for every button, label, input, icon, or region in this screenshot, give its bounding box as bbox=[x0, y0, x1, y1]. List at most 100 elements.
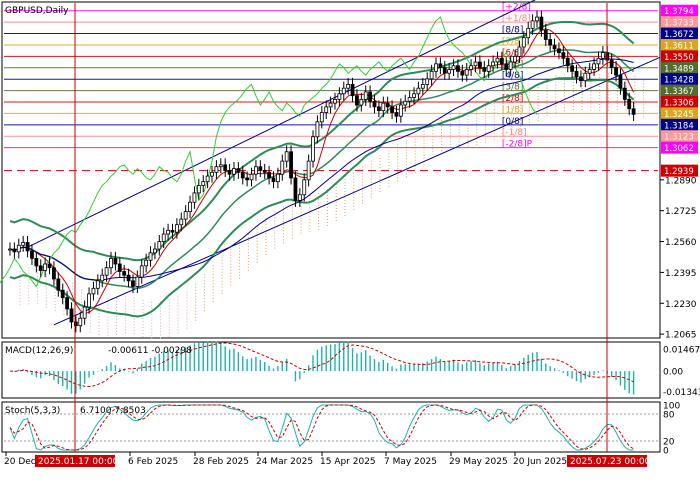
candle-body bbox=[201, 181, 206, 186]
candle-body bbox=[179, 218, 184, 226]
stoch-tick-label: 80 bbox=[663, 411, 675, 421]
price-box-label: 1.3062 bbox=[664, 144, 694, 154]
candle-body bbox=[306, 160, 311, 181]
candle-body bbox=[324, 106, 329, 113]
candle-body bbox=[425, 78, 430, 85]
candle-body bbox=[144, 259, 149, 267]
candle-body bbox=[526, 27, 531, 39]
candle-body bbox=[60, 289, 65, 299]
candle-body bbox=[495, 57, 500, 63]
y-tick-label: 1.2395 bbox=[665, 269, 697, 279]
price-box-label: 1.3367 bbox=[664, 87, 694, 97]
candle-body bbox=[126, 274, 131, 282]
candle-body bbox=[346, 84, 351, 89]
candle-body bbox=[407, 97, 412, 102]
candle-body bbox=[412, 93, 416, 98]
macd-label: MACD(12,26,9) bbox=[5, 346, 73, 356]
murrey-level-label: [8/8] bbox=[502, 26, 524, 36]
candle-body bbox=[548, 39, 553, 46]
candle-body bbox=[614, 67, 618, 76]
candle-body bbox=[513, 55, 517, 63]
candle-body bbox=[587, 69, 592, 74]
candle-body bbox=[47, 263, 52, 269]
candle-body bbox=[100, 274, 105, 282]
price-box-label: 1.3550 bbox=[664, 53, 694, 63]
candle-body bbox=[381, 102, 386, 112]
candle-body bbox=[390, 106, 394, 113]
candle-body bbox=[355, 95, 359, 106]
y-tick-label: 1.2560 bbox=[665, 238, 697, 248]
candle-body bbox=[174, 224, 179, 233]
candle-body bbox=[583, 72, 588, 82]
candle-body bbox=[284, 151, 289, 162]
gbpusd-chart: [+2/8][+1/8][8/8][7/8][6/8][5/8][4/8][3/… bbox=[0, 0, 700, 467]
price-box-label: 1.3428 bbox=[664, 76, 694, 86]
candle-body bbox=[557, 48, 561, 54]
candle-body bbox=[570, 65, 575, 72]
candle-body bbox=[56, 278, 61, 291]
candle-body bbox=[539, 16, 544, 31]
candle-body bbox=[153, 248, 157, 254]
price-box-label: 1.3733 bbox=[664, 19, 694, 29]
price-box-label: 1.3611 bbox=[664, 41, 694, 51]
macd-tick-label: -0.01343 bbox=[663, 388, 700, 398]
candle-body bbox=[442, 67, 447, 74]
candle-body bbox=[372, 100, 377, 108]
price-box-label: 1.3184 bbox=[664, 121, 694, 131]
candle-body bbox=[113, 257, 118, 265]
price-box-label: 1.3123 bbox=[664, 133, 694, 143]
candle-body bbox=[530, 20, 535, 29]
candle-body bbox=[398, 104, 403, 117]
price-box-label: 1.3306 bbox=[664, 99, 694, 109]
candle-body bbox=[34, 257, 39, 267]
candle-body bbox=[157, 241, 162, 250]
candle-body bbox=[25, 242, 30, 252]
candle-body bbox=[609, 59, 614, 68]
candle-body bbox=[302, 179, 307, 196]
candle-body bbox=[183, 211, 188, 220]
candle-body bbox=[82, 306, 87, 319]
candle-body bbox=[600, 52, 605, 59]
candle-body bbox=[486, 65, 491, 72]
candle-body bbox=[311, 136, 315, 162]
candle-body bbox=[275, 173, 280, 183]
macd-tick-label: 0.01467 bbox=[663, 346, 700, 356]
candle-body bbox=[8, 248, 12, 251]
candle-body bbox=[596, 57, 601, 65]
candle-body bbox=[254, 166, 258, 175]
candle-body bbox=[574, 70, 579, 78]
candle-body bbox=[21, 242, 26, 246]
y-tick-label: 1.2725 bbox=[665, 207, 697, 217]
price-box-label: 1.3794 bbox=[664, 7, 694, 17]
candle-body bbox=[473, 61, 478, 67]
candle-body bbox=[122, 271, 127, 276]
candle-body bbox=[87, 293, 91, 308]
candle-body bbox=[267, 171, 272, 179]
candle-body bbox=[135, 276, 140, 287]
candle-body bbox=[104, 267, 109, 276]
x-tick-label: 15 Apr 2025 bbox=[320, 457, 376, 467]
y-axis-layer: 1.3794 1.37331.36721.3611 1.35501.3489 1.34… bbox=[660, 4, 698, 341]
candle-body bbox=[394, 112, 399, 117]
macd-tick-label: 0.00 bbox=[663, 368, 683, 378]
murrey-level-label: [-2/8]P bbox=[502, 140, 533, 150]
candle-body bbox=[43, 263, 48, 271]
marked-date-label: 2025.01.17 00:00 bbox=[38, 457, 119, 467]
candle-body bbox=[552, 44, 557, 50]
candle-body bbox=[12, 248, 17, 253]
candle-body bbox=[491, 61, 495, 67]
stoch-values: 6.7100 7.8503 bbox=[80, 406, 146, 416]
x-tick-label: 6 Feb 2025 bbox=[128, 457, 178, 467]
murrey-level-label: [+1/8] bbox=[502, 14, 531, 24]
candle-body bbox=[363, 91, 368, 100]
x-tick-label: 28 Feb 2025 bbox=[193, 457, 249, 467]
candle-body bbox=[117, 263, 122, 272]
candle-body bbox=[403, 100, 408, 106]
candle-body bbox=[368, 91, 373, 102]
candle-body bbox=[249, 173, 254, 181]
price-box-label: 1.3245 bbox=[664, 110, 694, 120]
candle-body bbox=[451, 65, 456, 70]
candle-body bbox=[52, 267, 56, 280]
murrey-level-label: [-1/8] bbox=[502, 128, 527, 138]
candle-body bbox=[504, 63, 509, 70]
